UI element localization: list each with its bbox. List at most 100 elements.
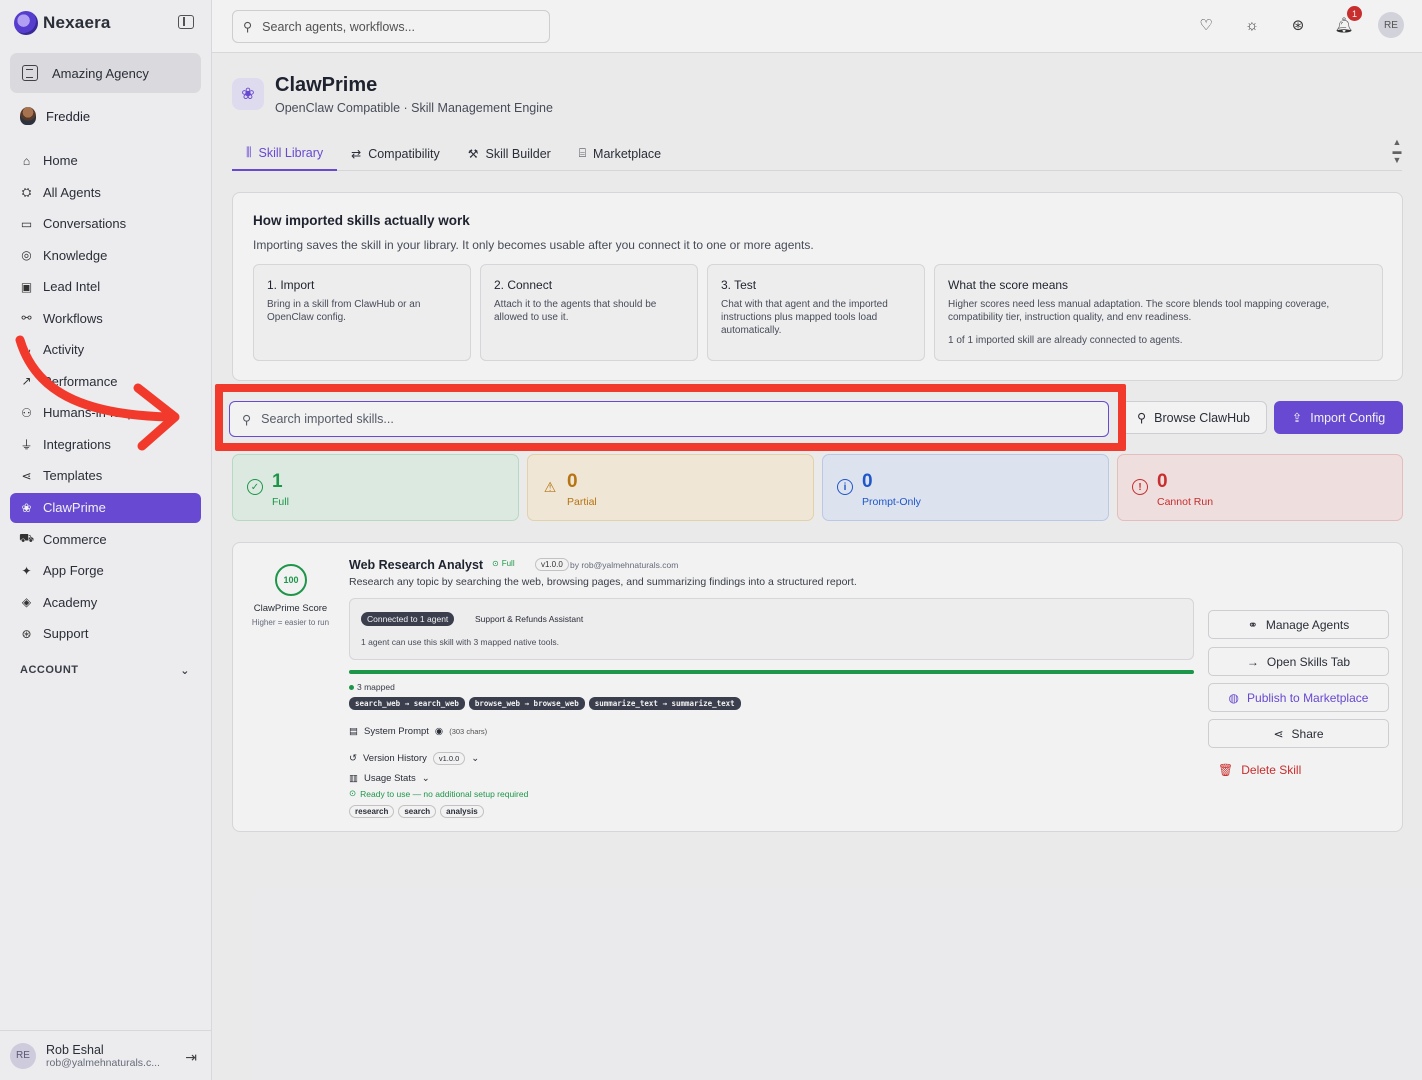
clawprime-score-badge: 100 [275,564,307,596]
wrench-icon: ⚒ [467,146,479,161]
sidebar-item-support[interactable]: ⊛ Support [10,618,201,650]
topbar: ⚲ Search agents, workflows... ♡ ☼ ⊛ 🔔︎ 1 … [212,0,1422,53]
avatar: RE [10,1042,36,1069]
avatar[interactable]: RE [1378,12,1404,38]
step-title: 2. Connect [494,278,553,292]
sidebar-item-humans[interactable]: ⚇ Humans-in-loop [10,397,201,429]
sidebar-item-label: Lead Intel [43,279,101,295]
tab-label: Skill Library [258,145,324,160]
sidebar-item-knowledge[interactable]: ◎ Knowledge [10,240,201,272]
search-icon: ⚲ [242,412,252,427]
org-switcher[interactable]: Amazing Agency [10,53,201,93]
tag-chip: research [349,805,395,818]
sidebar-item-label: Activity [43,342,85,358]
sidebar-item-conversations[interactable]: ▭ Conversations [10,208,201,240]
sidebar-item-commerce[interactable]: ⛟ Commerce [10,524,201,556]
how-skills-work-card: How imported skills actually work Import… [232,192,1403,381]
sidebar-item-app-forge[interactable]: ✦ App Forge [10,555,201,587]
current-user[interactable]: Freddie [20,107,90,125]
account-section-toggle[interactable]: ACCOUNT ⌄ [20,664,190,677]
brand-name: Nexaera [43,13,111,32]
delete-skill-button[interactable]: 🗑︎ Delete Skill [1208,757,1308,783]
version-history-toggle[interactable]: ↺ Version History v1.0.0 ⌄ [349,752,479,765]
robot-icon: ⛭ [21,184,32,199]
bell-icon[interactable]: 🔔︎ 1 [1332,6,1362,37]
sidebar-item-workflows[interactable]: ⚯ Workflows [10,303,201,335]
brand-logo[interactable]: Nexaera [14,10,111,36]
contact-icon: ▣ [20,279,33,294]
sidebar-item-clawprime[interactable]: ❀ ClawPrime [10,492,201,523]
footer-user[interactable]: RE Rob Eshal rob@yalmehnaturals.c... ⇥ [0,1030,211,1080]
sidebar-item-activity[interactable]: ∿ Activity [10,334,201,366]
tab-label: Marketplace [593,146,662,161]
sidebar-item-all-agents[interactable]: ⛭ All Agents [10,177,201,209]
tool-mapping-chip: browse_web → browse_web [468,697,585,710]
open-skills-tab-button[interactable]: → Open Skills Tab [1208,647,1389,676]
score-label: ClawPrime Score [253,603,328,614]
tab-marketplace[interactable]: ⌸ Marketplace [565,136,675,171]
sidebar-collapse-icon[interactable] [178,15,194,29]
sidebar-item-label: Workflows [43,310,103,326]
sidebar-item-label: Conversations [43,216,127,232]
tab-scroll-arrows[interactable]: ▲ ▬ ▼ [1392,138,1402,165]
system-prompt-chars: (303 chars) [449,727,488,736]
skill-description: Research any topic by searching the web,… [349,576,857,588]
import-config-button[interactable]: ⇪ Import Config [1274,401,1403,434]
org-name: Amazing Agency [52,65,149,81]
trend-icon: ↗ [21,374,32,389]
button-label: Manage Agents [1265,617,1350,632]
lifebuoy-icon[interactable]: ⊛ [1286,13,1310,37]
sun-icon[interactable]: ☼ [1240,13,1264,37]
browse-clawhub-button[interactable]: ⚲ Browse ClawHub [1120,401,1267,434]
sidebar-item-label: Humans-in-loop [43,405,135,421]
usage-stats-toggle[interactable]: ▥ Usage Stats ⌄ [349,773,430,784]
global-search-input[interactable]: ⚲ Search agents, workflows... [232,10,550,43]
clawprime-icon: ❀ [21,500,32,515]
share-button[interactable]: ⋖ Share [1208,719,1389,748]
manage-agents-button[interactable]: ⚭ Manage Agents [1208,610,1389,639]
stat-cannot-run: ! 0 Cannot Run [1117,454,1403,521]
stat-full: ✓ 1 Full [232,454,519,521]
tab-skill-builder[interactable]: ⚒ Skill Builder [454,136,565,171]
stat-value: 0 [1157,471,1168,492]
lifebuoy-icon: ⊛ [21,626,32,641]
eye-icon[interactable]: ◉ [435,726,443,737]
sidebar: Nexaera Amazing Agency Freddie ⌂ Home ⛭ Al… [0,0,212,1080]
sidebar-item-label: Academy [43,594,98,610]
sidebar-item-lead-intel[interactable]: ▣ Lead Intel [10,271,201,303]
sparkles-icon: ✦ [21,563,32,578]
ready-status: ⊙ Ready to use — no additional setup requ… [349,788,528,799]
step-connect: 2. Connect Attach it to the agents that … [480,264,698,361]
tier-label: Full [501,559,515,568]
stat-partial: ⚠ 0 Partial [527,454,814,521]
info-description: Importing saves the skill in your librar… [253,238,814,252]
connected-agent-name[interactable]: Support & Refunds Assistant [475,614,583,624]
publish-marketplace-button[interactable]: ◍ Publish to Marketplace [1208,683,1389,712]
stat-label: Full [272,496,289,508]
button-label: Open Skills Tab [1266,654,1351,669]
sidebar-item-academy[interactable]: ◈ Academy [10,587,201,619]
tab-compatibility[interactable]: ⇄ Compatibility [337,136,454,171]
sidebar-item-home[interactable]: ⌂ Home [10,145,201,177]
tab-skill-library[interactable]: ⫼ Skill Library [232,136,338,171]
button-label: Import Config [1310,410,1386,425]
stat-value: 0 [567,471,578,492]
heart-icon[interactable]: ♡ [1194,13,1218,37]
score-hint: Higher = easier to run [251,618,330,627]
step-title: 1. Import [267,278,315,292]
button-label: Browse ClawHub [1154,410,1251,425]
stat-value: 1 [272,471,283,492]
main-content: ❀ ClawPrime OpenClaw Compatible · Skill … [212,54,1422,1080]
sidebar-item-templates[interactable]: ⋖ Templates [10,460,201,492]
step-test: 3. Test Chat with that agent and the imp… [707,264,925,361]
cart-icon: ⛟ [18,531,35,546]
sidebar-item-integrations[interactable]: ⏚ Integrations [10,429,201,461]
system-prompt-row[interactable]: ▤ System Prompt ◉ (303 chars) [349,726,487,737]
sidebar-item-performance[interactable]: ↗ Performance [10,366,201,398]
skills-search-input[interactable]: ⚲ Search imported skills... [229,401,1109,437]
usage-stats-label: Usage Stats [363,773,416,784]
home-icon: ⌂ [22,153,31,168]
logout-icon[interactable]: ⇥ [185,1049,197,1066]
tier-badge: ⊙ Full [492,559,515,568]
step-text: Chat with that agent and the imported in… [721,299,888,336]
